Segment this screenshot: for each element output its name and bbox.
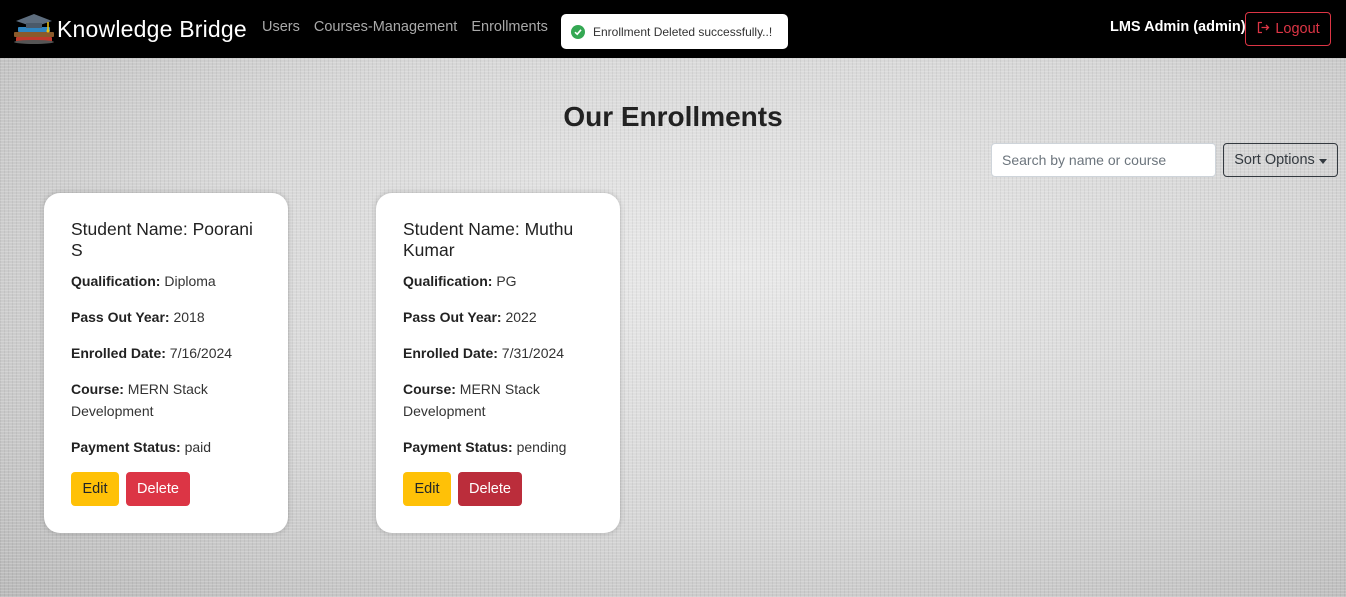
check-circle-icon (571, 24, 585, 39)
edit-button[interactable]: Edit (71, 472, 119, 506)
course-field: Course: MERN Stack Development (71, 381, 208, 419)
nav-link-enrollments[interactable]: Enrollments (471, 19, 548, 35)
nav-link-courses-management[interactable]: Courses-Management (314, 19, 457, 35)
logout-icon (1256, 21, 1270, 38)
card-actions: Edit Delete (403, 472, 593, 506)
logout-button[interactable]: Logout (1245, 12, 1331, 46)
enrolled-date-field: Enrolled Date: 7/16/2024 (71, 345, 233, 361)
delete-button[interactable]: Delete (126, 472, 190, 506)
course-field: Course: MERN Stack Development (403, 381, 540, 419)
pass-out-year-field: Pass Out Year: 2022 (403, 309, 537, 325)
card-actions: Edit Delete (71, 472, 261, 506)
sort-options-label: Sort Options (1234, 152, 1315, 168)
payment-status-field: Payment Status: paid (71, 439, 212, 455)
top-navbar: Knowledge Bridge Users Courses-Managemen… (0, 0, 1346, 58)
brand[interactable]: Knowledge Bridge (12, 12, 247, 46)
enrollment-card: Student Name: Poorani S Qualification: D… (44, 193, 288, 533)
toast-message: Enrollment Deleted successfully..! (593, 24, 773, 39)
sort-options-dropdown[interactable]: Sort Options (1223, 143, 1338, 177)
qualification-field: Qualification: PG (403, 273, 517, 289)
logout-label: Logout (1275, 21, 1320, 37)
student-name: Student Name: Poorani S (71, 219, 253, 260)
graduation-cap-books-icon (12, 12, 56, 46)
search-input[interactable] (991, 143, 1216, 177)
edit-button[interactable]: Edit (403, 472, 451, 506)
success-toast[interactable]: Enrollment Deleted successfully..! (561, 14, 788, 49)
enrolled-date-field: Enrolled Date: 7/31/2024 (403, 345, 565, 361)
brand-title: Knowledge Bridge (57, 15, 247, 42)
delete-button[interactable]: Delete (458, 472, 522, 506)
caret-down-icon (1318, 152, 1327, 168)
payment-status-field: Payment Status: pending (403, 439, 567, 455)
nav-links: Users Courses-Management Enrollments (262, 19, 548, 35)
page-title: Our Enrollments (563, 101, 783, 132)
current-user-label: LMS Admin (admin) (1110, 19, 1246, 35)
enrollment-card: Student Name: Muthu Kumar Qualification:… (376, 193, 620, 533)
student-name: Student Name: Muthu Kumar (403, 219, 574, 260)
pass-out-year-field: Pass Out Year: 2018 (71, 309, 205, 325)
qualification-field: Qualification: Diploma (71, 273, 216, 289)
nav-link-users[interactable]: Users (262, 19, 300, 35)
